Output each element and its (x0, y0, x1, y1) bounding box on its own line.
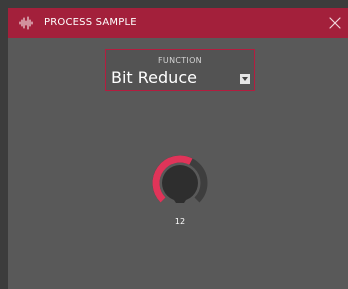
waveform-icon (19, 16, 33, 30)
knob-body (162, 165, 198, 201)
knob-value-label: 12 (174, 217, 186, 226)
knob-pointer (172, 197, 188, 203)
dialog-title: PROCESS SAMPLE (44, 17, 137, 28)
function-dropdown[interactable]: FUNCTION Bit Reduce (105, 49, 255, 91)
function-label: FUNCTION (158, 56, 202, 65)
process-sample-dialog: PROCESS SAMPLE FUNCTION Bit Reduce 12 (8, 8, 348, 289)
title-bar: PROCESS SAMPLE (8, 8, 348, 38)
chevron-down-icon[interactable] (240, 74, 250, 84)
close-icon[interactable] (326, 14, 344, 32)
parameter-knob[interactable] (148, 151, 212, 215)
function-value: Bit Reduce (111, 68, 197, 87)
